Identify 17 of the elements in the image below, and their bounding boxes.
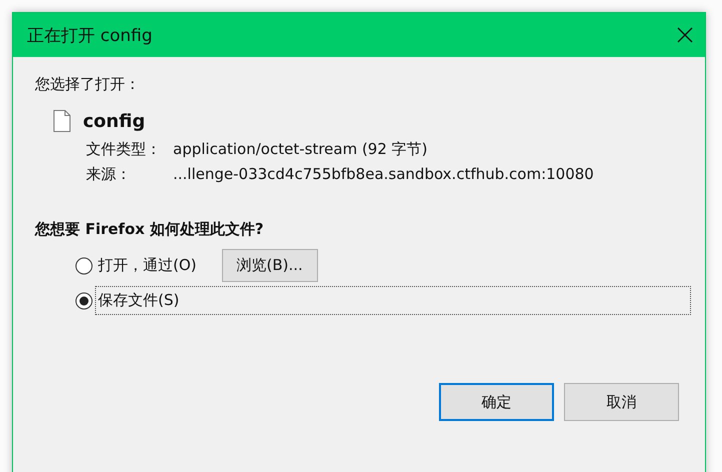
radio-label[interactable]: 保存文件(S) xyxy=(95,286,691,315)
file-name: config xyxy=(83,110,146,132)
field-label: 文件类型： xyxy=(86,140,161,159)
file-source: ...llenge-033cd4c755bfb8ea.sandbox.ctfhub.com:10080 xyxy=(173,165,594,184)
window-title: 正在打开 config xyxy=(27,24,152,46)
file-icon xyxy=(53,110,71,132)
ok-button[interactable]: 确定 xyxy=(439,383,554,421)
cancel-button[interactable]: 取消 xyxy=(564,383,679,421)
browse-button[interactable]: 浏览(B)... xyxy=(222,249,318,282)
question-text: 您想要 Firefox 如何处理此文件? xyxy=(35,220,265,239)
intro-text: 您选择了打开： xyxy=(35,75,141,94)
radio-label[interactable]: 打开，通过(O) xyxy=(95,251,200,280)
field-label: 来源： xyxy=(86,165,132,184)
radio-button[interactable] xyxy=(75,256,93,274)
file-type: application/octet-stream (92 字节) xyxy=(173,140,429,159)
close-icon[interactable] xyxy=(677,27,693,43)
radio-button[interactable] xyxy=(75,292,93,310)
